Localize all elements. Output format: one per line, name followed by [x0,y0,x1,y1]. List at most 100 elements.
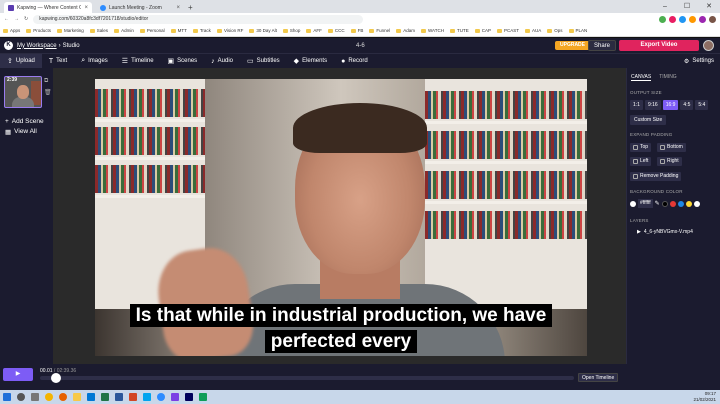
custom-size-button[interactable]: Custom Size [630,115,667,125]
text-tool[interactable]: T Text [42,54,74,69]
search-icon[interactable] [17,393,25,401]
color-swatch-white[interactable] [693,200,700,207]
ratio-4-5-button[interactable]: 4:5 [680,100,694,110]
avatar[interactable] [703,40,714,51]
extension-icon[interactable] [679,15,686,23]
subtitles-tool[interactable]: ▭ Subtitles [240,54,287,69]
word-icon[interactable] [115,393,123,401]
app-icon[interactable] [143,393,151,401]
bookmark-item[interactable]: Products [26,28,51,33]
chrome-icon[interactable] [45,393,53,401]
pad-top-option[interactable]: Top [630,143,652,152]
tab-timing[interactable]: TIMING [659,74,677,81]
mail-icon[interactable] [87,393,95,401]
bookmark-item[interactable]: Funnel [369,28,390,33]
bookmark-item[interactable]: CAP [475,28,491,33]
bookmark-item[interactable]: CCC [328,28,345,33]
color-swatch-yellow[interactable] [685,200,692,207]
video-frame[interactable]: Is that while in industrial production, … [95,79,587,356]
bookmark-item[interactable]: Apps [3,28,20,33]
elements-tool[interactable]: ◆ Elements [287,54,334,69]
bookmark-item[interactable]: Adam [396,28,415,33]
subtitle-line-1[interactable]: Is that while in industrial production, … [95,304,587,327]
duplicate-scene-icon[interactable]: ⧉ [44,78,48,85]
pad-left-option[interactable]: Left [630,157,652,166]
color-hex-input[interactable]: #ffffff [638,199,653,208]
reload-icon[interactable]: ↻ [24,16,28,22]
workspace-link[interactable]: My Workspace [17,43,57,49]
close-tab-icon[interactable]: × [84,5,88,11]
record-tool[interactable]: ● Record [334,54,375,69]
pad-right-option[interactable]: Right [657,157,682,166]
task-view-icon[interactable] [31,393,39,401]
extension-icon[interactable] [699,15,706,23]
upgrade-button[interactable]: UPGRADE [555,41,591,50]
tab-canvas[interactable]: CANVAS [631,74,652,81]
open-timeline-button[interactable]: Open Timeline [578,373,619,382]
add-scene-button[interactable]: + Add Scene [5,118,44,125]
close-window-button[interactable]: ✕ [698,0,720,13]
bookmark-item[interactable]: PCAST [497,28,519,33]
delete-scene-icon[interactable]: 🗑 [44,89,52,96]
extension-icon[interactable] [669,15,676,23]
remove-padding-option[interactable]: Remove Padding [630,172,682,181]
current-color-swatch[interactable] [630,200,636,207]
premiere-icon[interactable] [185,393,193,401]
forward-icon[interactable]: → [14,16,19,22]
bookmark-item[interactable]: FB [351,28,364,33]
start-icon[interactable] [3,393,11,401]
color-swatch-black[interactable] [661,200,668,207]
bookmark-item[interactable]: PLAN [569,28,588,33]
color-swatch-blue[interactable] [677,200,684,207]
bookmark-item[interactable]: Shop [283,28,301,33]
project-title[interactable]: 4-6 [356,43,365,49]
subtitle-line-2[interactable]: perfected every [95,330,587,353]
pad-bottom-option[interactable]: Bottom [657,143,686,152]
color-swatch-red[interactable] [669,200,676,207]
scrubber-track[interactable] [40,376,574,380]
bookmark-item[interactable]: WATCH [421,28,444,33]
url-input[interactable]: kapwing.com/60320a8fc3df7201718/studio/e… [33,14,364,24]
eyedropper-icon[interactable]: ✎ [655,200,660,207]
settings-button[interactable]: ⚙ Settings [684,58,720,65]
bookmark-item[interactable]: Admin [114,28,134,33]
maximize-button[interactable]: ☐ [676,0,698,13]
bookmark-item[interactable]: Vision RF [217,28,243,33]
bookmark-item[interactable]: Personal [140,28,165,33]
bookmark-item[interactable]: AFF [306,28,322,33]
bookmark-item[interactable]: Ops [547,28,562,33]
images-tool[interactable]: ⌕ Images [74,54,115,69]
bookmark-item[interactable]: TUTE [450,28,469,33]
ratio-5-4-button[interactable]: 5:4 [695,100,709,110]
play-button[interactable]: ▶ [3,368,33,381]
new-tab-button[interactable]: + [188,2,193,13]
browser-tab-zoom[interactable]: Launch Meeting - Zoom × [96,2,184,13]
file-explorer-icon[interactable] [73,393,81,401]
ratio-16-9-button[interactable]: 16:9 [662,100,679,110]
firefox-icon[interactable] [59,393,67,401]
kapwing-logo[interactable]: K [4,41,13,50]
ratio-9-16-button[interactable]: 9:16 [644,100,661,110]
audio-tool[interactable]: ♪ Audio [204,54,240,69]
powerpoint-icon[interactable] [129,393,137,401]
system-clock[interactable]: 09:17 21/02/2021 [693,391,716,403]
scrubber-handle[interactable] [51,373,62,383]
back-icon[interactable]: ← [4,16,9,22]
excel-icon[interactable] [101,393,109,401]
bookmark-item[interactable]: Marketing [57,28,84,33]
bookmark-item[interactable]: Track [193,28,211,33]
share-button[interactable]: Share [588,40,617,51]
profile-icon[interactable] [709,15,716,23]
app-icon[interactable] [199,393,207,401]
ratio-1-1-button[interactable]: 1:1 [630,100,643,110]
bookmark-item[interactable]: 30 Day Alt [249,28,277,33]
extension-icon[interactable] [659,15,666,23]
close-tab-icon[interactable]: × [176,5,180,11]
zoom-icon[interactable] [157,393,165,401]
app-icon[interactable] [171,393,179,401]
view-all-button[interactable]: ▦ View All [5,128,37,136]
bookmark-item[interactable]: Sales [90,28,108,33]
browser-tab-kapwing[interactable]: Kapwing — Where Content Cre... × [4,2,92,13]
extension-icon[interactable] [689,15,696,23]
bookmark-item[interactable]: MTT [171,28,187,33]
